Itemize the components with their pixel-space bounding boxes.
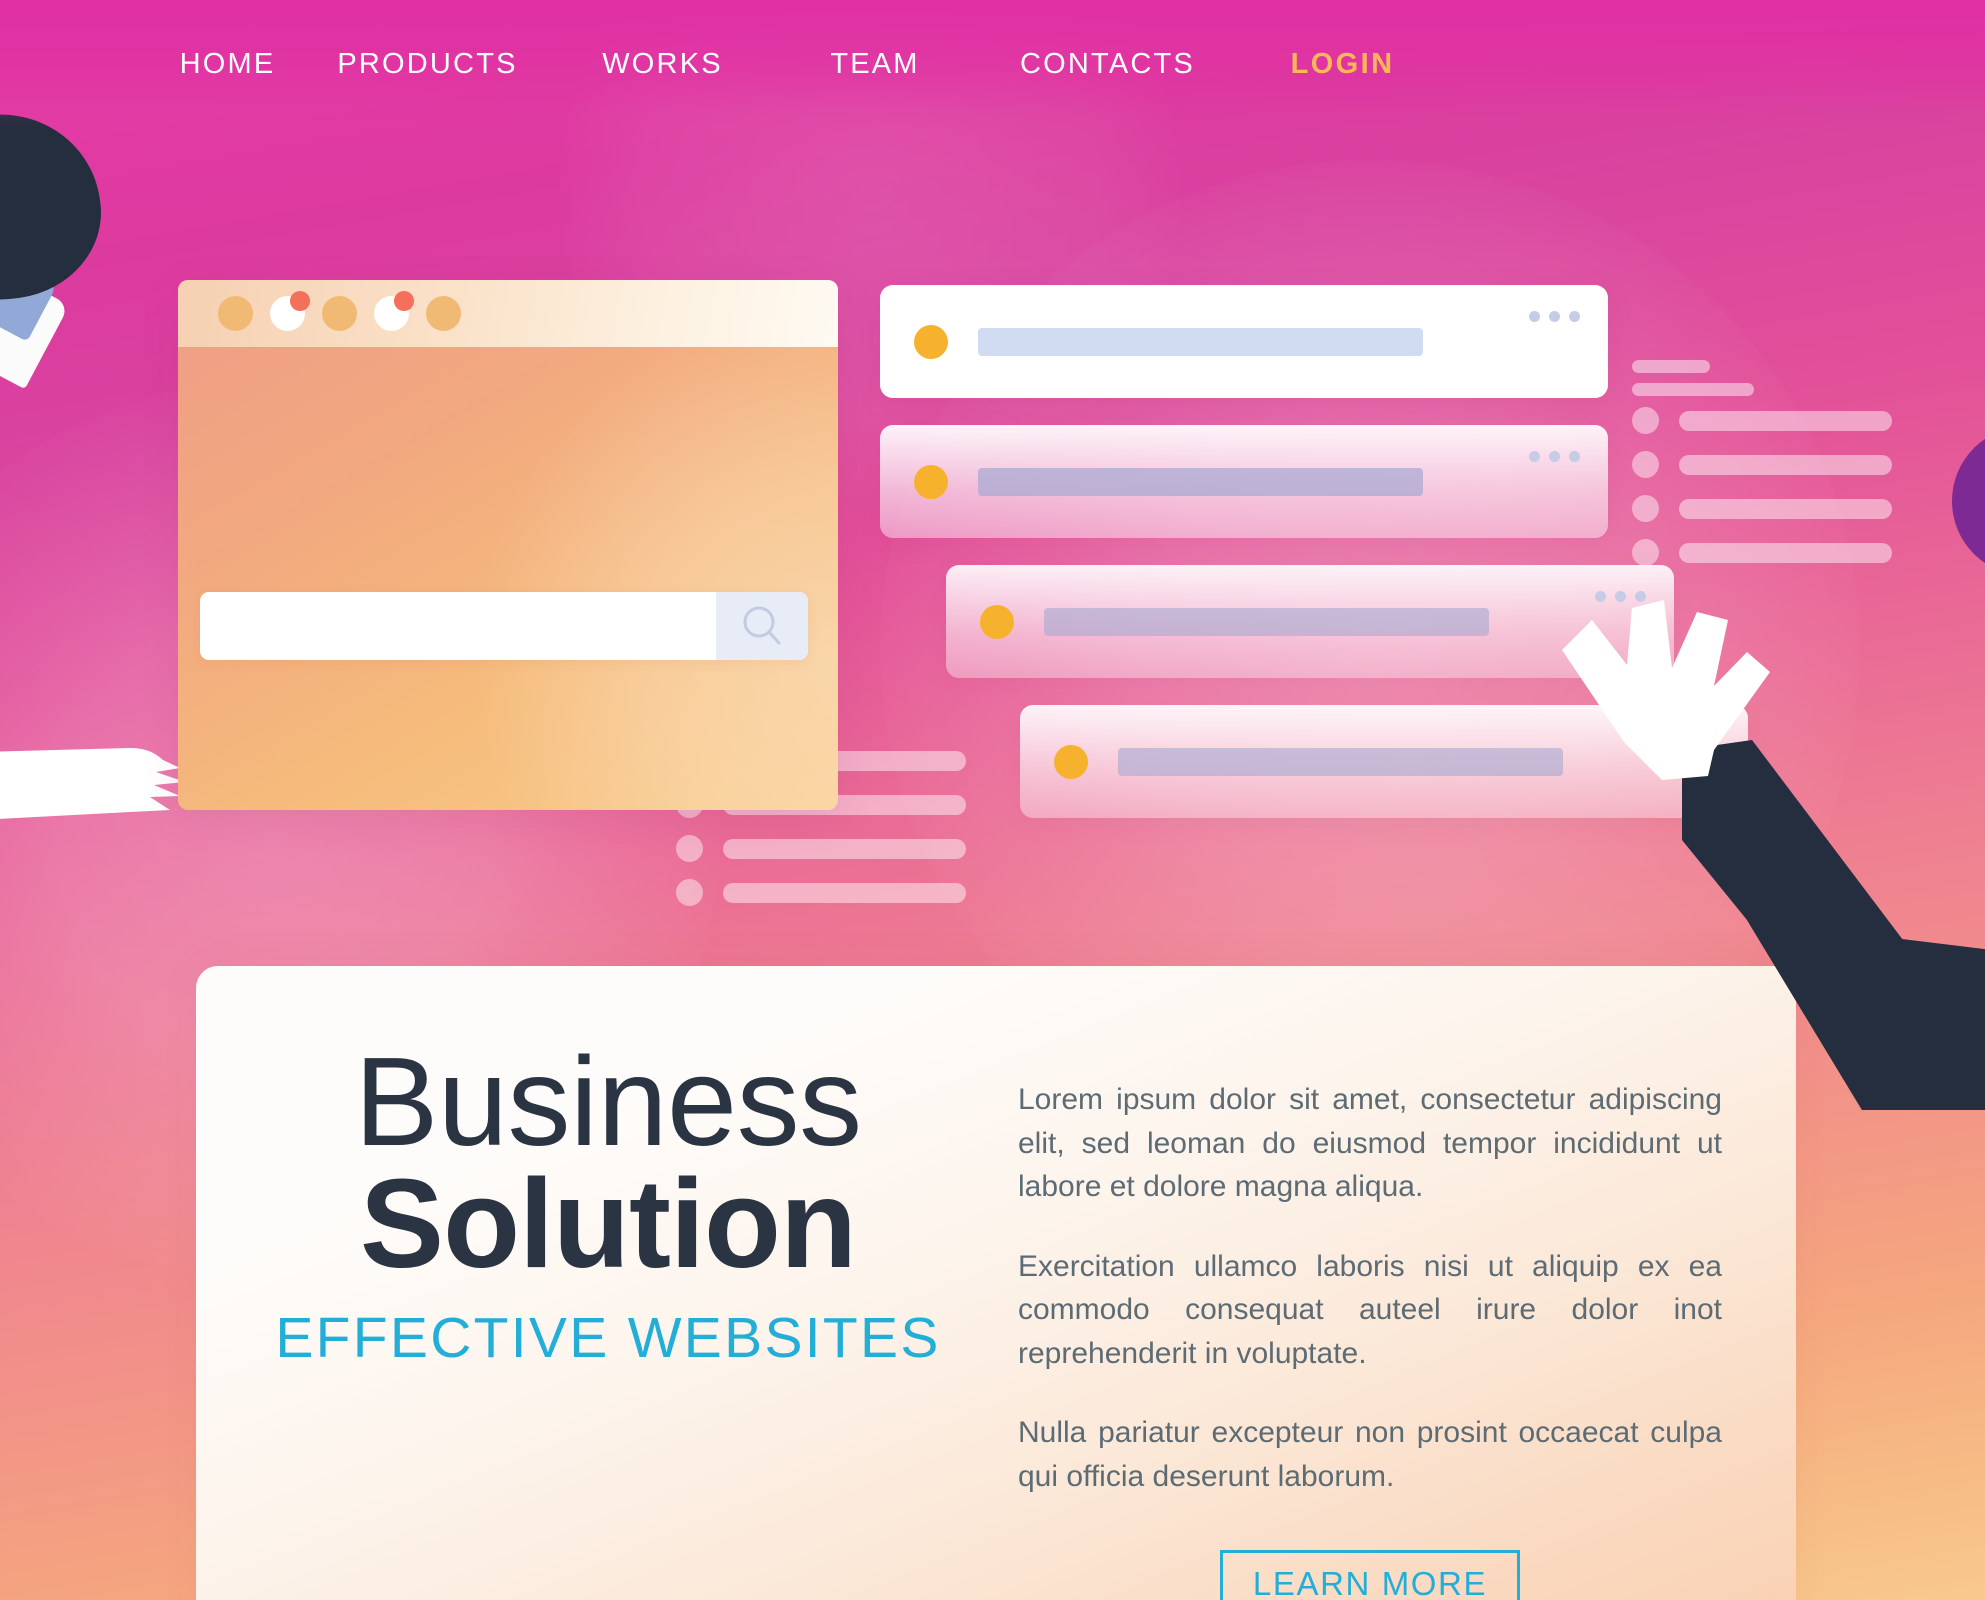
top-navigation: HOME PRODUCTS WORKS TEAM CONTACTS LOGIN: [0, 0, 1985, 128]
card-title-placeholder: [1044, 607, 1489, 636]
learn-more-button[interactable]: LEARN MORE: [1219, 1550, 1521, 1600]
titlebar-dot-4: [374, 291, 414, 331]
list-card[interactable]: [880, 425, 1608, 538]
card-avatar-icon: [1054, 744, 1088, 779]
decor-bar: [1679, 454, 1892, 475]
browser-titlebar: [178, 280, 838, 347]
decor-bullet-icon: [1632, 451, 1659, 478]
page-subtitle: EFFECTIVE WEBSITES: [275, 1305, 941, 1370]
card-more-dots-icon[interactable]: [1529, 311, 1580, 322]
hero-heading-block: Business Solution EFFECTIVE WEBSITES: [258, 1031, 958, 1600]
decor-list-right-header: [1632, 360, 1892, 396]
decor-list-item: [1632, 451, 1892, 478]
page-title-bold: Solution: [360, 1152, 857, 1294]
decor-bullet-icon: [676, 879, 703, 906]
decor-bar: [723, 838, 966, 859]
decor-list-item: [1632, 539, 1892, 566]
decor-bar: [1679, 542, 1892, 563]
decor-list-item: [1632, 407, 1892, 434]
decor-list-item: [676, 879, 966, 906]
titlebar-dot-5: [426, 296, 461, 331]
browser-glow: [478, 347, 838, 810]
card-avatar-icon: [914, 464, 948, 499]
titlebar-badge-2: [394, 291, 414, 311]
decor-bar: [723, 882, 966, 903]
decor-bar: [1679, 410, 1892, 431]
decor-list-item: [676, 835, 966, 862]
nav-item-products[interactable]: PRODUCTS: [305, 48, 550, 81]
card-title-placeholder: [1118, 747, 1563, 776]
browser-content: [178, 347, 838, 810]
card-avatar-icon: [914, 324, 948, 359]
body-paragraph-3: Nulla pariatur excepteur non prosint occ…: [1018, 1416, 1722, 1493]
body-paragraph-2: Exercitation ullamco laboris nisi ut ali…: [1018, 1249, 1722, 1370]
decor-bullet-icon: [1632, 539, 1659, 566]
browser-window-mock: [178, 280, 838, 810]
hero-copy-block: Lorem ipsum dolor sit amet, consectetur …: [958, 1038, 1722, 1600]
nav-item-works[interactable]: WORKS: [550, 48, 775, 81]
titlebar-dot-1: [218, 296, 253, 331]
card-title-placeholder: [978, 467, 1423, 496]
decor-list-right: [1632, 360, 1892, 583]
person-head-left: [0, 101, 112, 314]
decor-list-item: [1632, 495, 1892, 522]
titlebar-dot-3: [322, 296, 357, 331]
nav-item-login[interactable]: LOGIN: [1240, 48, 1445, 81]
decor-bullet-icon: [1632, 495, 1659, 522]
decor-bar: [1679, 498, 1892, 519]
white-hand-left: [0, 742, 190, 828]
nav-items: HOME PRODUCTS WORKS TEAM CONTACTS LOGIN: [150, 48, 1445, 81]
titlebar-dot-2: [270, 291, 310, 331]
decor-line: [1632, 383, 1754, 396]
list-card[interactable]: [880, 285, 1608, 398]
page-title-light: Business: [354, 1031, 862, 1172]
purple-circle-decoration: [1952, 426, 1985, 576]
search-bar[interactable]: [200, 592, 808, 660]
nav-item-contacts[interactable]: CONTACTS: [975, 48, 1240, 81]
nav-item-home[interactable]: HOME: [150, 48, 305, 81]
person-arm-right: [1532, 590, 1985, 1110]
card-avatar-icon: [980, 604, 1014, 639]
search-icon[interactable]: [716, 592, 808, 660]
decor-bullet-icon: [1632, 407, 1659, 434]
search-input[interactable]: [200, 592, 716, 660]
decor-line: [1632, 360, 1710, 373]
decor-bullet-icon: [676, 835, 703, 862]
nav-item-team[interactable]: TEAM: [775, 48, 975, 81]
card-more-dots-icon[interactable]: [1529, 451, 1580, 462]
card-title-placeholder: [978, 327, 1423, 356]
page-background: Business Solution EFFECTIVE WEBSITES Lor…: [0, 0, 1985, 1600]
titlebar-badge-1: [290, 291, 310, 311]
